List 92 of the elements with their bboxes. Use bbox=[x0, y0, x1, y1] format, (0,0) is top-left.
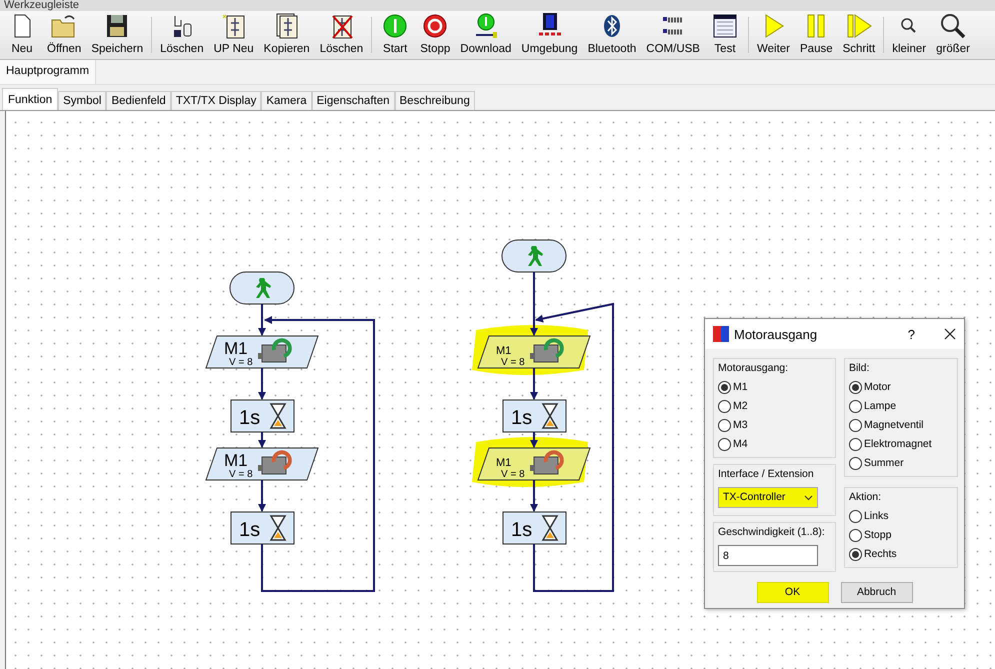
hourglass-icon bbox=[270, 515, 286, 541]
caret-icon bbox=[804, 494, 813, 500]
radio-option[interactable]: Links bbox=[848, 507, 888, 526]
comusb-button[interactable]: COM/USB bbox=[641, 11, 705, 59]
radio-button[interactable] bbox=[848, 381, 862, 394]
group-label: Motorausgang: bbox=[718, 362, 790, 375]
radio-button[interactable] bbox=[718, 438, 731, 451]
view-tab[interactable]: Kamera bbox=[261, 91, 312, 110]
output-label: M1 bbox=[496, 345, 512, 357]
radio-option[interactable]: Motor bbox=[848, 378, 891, 397]
step-button[interactable]: Schritt bbox=[838, 11, 880, 59]
start-node bbox=[502, 240, 566, 272]
connector-arrow bbox=[530, 432, 538, 448]
copy-button[interactable]: Kopieren bbox=[258, 11, 315, 59]
zoom-in-button[interactable]: größer bbox=[931, 11, 975, 59]
speed-label: V = 8 bbox=[229, 357, 253, 368]
speed-label: V = 8 bbox=[229, 469, 253, 480]
hourglass-icon bbox=[542, 515, 558, 541]
open-button[interactable]: Öffnen bbox=[42, 11, 86, 59]
output-label: M1 bbox=[224, 451, 248, 470]
radio-button[interactable] bbox=[848, 419, 862, 432]
speed-field[interactable]: 8 bbox=[718, 545, 818, 566]
group-label: Interface / Extension bbox=[718, 468, 815, 481]
radio-button[interactable] bbox=[848, 457, 862, 470]
help-button[interactable]: ? bbox=[908, 328, 915, 340]
close-button[interactable] bbox=[944, 328, 956, 340]
dialog-button[interactable]: OK bbox=[756, 582, 828, 603]
group-label: Aktion: bbox=[848, 491, 882, 504]
radio-option[interactable]: M1 bbox=[718, 378, 748, 397]
continue-button[interactable]: Weiter bbox=[752, 11, 795, 59]
connector-arrow bbox=[530, 272, 538, 336]
connector-arrow bbox=[258, 480, 266, 512]
dialog-title: Motorausgang bbox=[734, 328, 818, 340]
connector-arrow bbox=[258, 368, 266, 400]
start-node bbox=[230, 272, 294, 304]
radio-button[interactable] bbox=[848, 438, 862, 451]
stop-button[interactable]: Stopp bbox=[415, 11, 456, 59]
duration-label: 1s bbox=[239, 407, 260, 429]
view-tab[interactable]: Symbol bbox=[58, 91, 106, 110]
connector-arrow bbox=[530, 480, 538, 512]
connector-arrow bbox=[258, 432, 266, 448]
radio-button[interactable] bbox=[718, 419, 731, 432]
group-label: Geschwindigkeit (1..8): bbox=[718, 526, 826, 539]
speed-label: V = 8 bbox=[501, 357, 525, 368]
hourglass-icon bbox=[542, 403, 558, 429]
radio-button[interactable] bbox=[848, 548, 862, 561]
connector-arrow bbox=[258, 304, 266, 336]
output-label: M1 bbox=[496, 457, 512, 469]
dialog-button[interactable]: Abbruch bbox=[840, 582, 912, 603]
radio-option[interactable]: Summer bbox=[848, 454, 904, 473]
radio-option[interactable]: Stopp bbox=[848, 526, 892, 545]
radio-button[interactable] bbox=[848, 529, 862, 542]
radio-option[interactable]: M3 bbox=[718, 416, 748, 435]
radio-option[interactable]: M2 bbox=[718, 397, 748, 416]
bluetooth-button[interactable]: Bluetooth bbox=[582, 11, 642, 59]
start-button[interactable]: Start bbox=[375, 11, 416, 59]
new-button[interactable]: Neu bbox=[2, 11, 42, 59]
radio-button[interactable] bbox=[718, 381, 731, 394]
zoom-out-button[interactable]: kleiner bbox=[887, 11, 932, 59]
view-tab[interactable]: Beschreibung bbox=[394, 91, 475, 110]
group-label: Bild: bbox=[848, 362, 870, 375]
view-tab[interactable]: Eigenschaften bbox=[312, 91, 395, 110]
radio-option[interactable]: Rechts bbox=[848, 545, 897, 564]
radio-option[interactable]: Lampe bbox=[848, 397, 896, 416]
duration-label: 1s bbox=[511, 519, 532, 541]
view-tab[interactable]: TXT/TX Display bbox=[170, 91, 262, 110]
toolbar-title: Werkzeugleiste bbox=[0, 0, 995, 11]
hourglass-icon bbox=[270, 403, 286, 429]
radio-button[interactable] bbox=[718, 400, 731, 413]
delete-element-button[interactable]: Löschen bbox=[155, 11, 209, 59]
radio-button[interactable] bbox=[848, 400, 862, 413]
output-label: M1 bbox=[224, 339, 248, 358]
radio-option[interactable]: M4 bbox=[718, 435, 748, 454]
radio-button[interactable] bbox=[848, 510, 862, 523]
duration-label: 1s bbox=[239, 519, 260, 541]
radio-option[interactable]: Magnetventil bbox=[848, 416, 924, 435]
program-tab[interactable]: Hauptprogramm bbox=[0, 60, 96, 84]
test-button[interactable]: Test bbox=[704, 11, 745, 59]
pause-button[interactable]: Pause bbox=[795, 11, 838, 59]
connector-arrow bbox=[530, 368, 538, 400]
sub-new-button[interactable]: UP Neu bbox=[208, 11, 259, 59]
duration-label: 1s bbox=[511, 407, 532, 429]
view-tab[interactable]: Funktion bbox=[2, 88, 58, 110]
download-button[interactable]: Download bbox=[455, 11, 516, 59]
environment-button[interactable]: Umgebung bbox=[516, 11, 583, 59]
save-button[interactable]: Speichern bbox=[86, 11, 148, 59]
interface-dropdown[interactable]: TX-Controller bbox=[718, 487, 818, 508]
speed-label: V = 8 bbox=[501, 469, 525, 480]
delete-sub-button[interactable]: Löschen bbox=[314, 11, 368, 59]
radio-option[interactable]: Elektromagnet bbox=[848, 435, 932, 454]
app-logo-icon bbox=[713, 326, 729, 342]
view-tab[interactable]: Bedienfeld bbox=[106, 91, 171, 110]
